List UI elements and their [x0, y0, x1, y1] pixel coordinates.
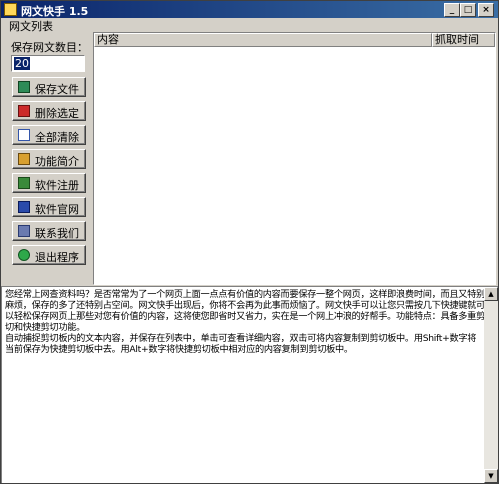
minimize-button[interactable]: _ — [444, 3, 460, 17]
register-label: 软件注册 — [35, 179, 79, 192]
delete-icon — [18, 105, 30, 117]
scroll-down-icon[interactable]: ▼ — [484, 469, 498, 483]
column-header-capture-time[interactable]: 抓取时间 — [432, 33, 495, 47]
feature-intro-button[interactable]: 功能简介 — [12, 149, 86, 169]
contact-us-label: 联系我们 — [35, 227, 79, 240]
contact-us-button[interactable]: 联系我们 — [12, 221, 86, 241]
sidebar: 保存网文数目： 20 保存文件 删除选定 全部清除 功能简介 软件注册 软件官网 — [1, 32, 93, 285]
saved-count-label: 保存网文数目： — [11, 41, 88, 54]
close-button[interactable]: × — [478, 3, 494, 17]
contact-icon — [18, 225, 30, 237]
app-icon — [4, 3, 17, 16]
scroll-up-icon[interactable]: ▲ — [484, 287, 498, 301]
maximize-button[interactable]: □ — [460, 3, 476, 17]
clear-all-icon — [18, 129, 30, 141]
exit-program-button[interactable]: 退出程序 — [12, 245, 86, 265]
save-file-button[interactable]: 保存文件 — [12, 77, 86, 97]
clear-all-label: 全部清除 — [35, 131, 79, 144]
exit-icon — [18, 249, 30, 261]
vertical-scrollbar[interactable]: ▲ ▼ — [484, 287, 498, 483]
clear-all-button[interactable]: 全部清除 — [12, 125, 86, 145]
delete-selected-label: 删除选定 — [35, 107, 79, 120]
info-icon — [18, 153, 30, 165]
register-button[interactable]: 软件注册 — [12, 173, 86, 193]
official-website-label: 软件官网 — [35, 203, 79, 216]
feature-intro-label: 功能简介 — [35, 155, 79, 168]
delete-selected-button[interactable]: 删除选定 — [12, 101, 86, 121]
saved-count-value: 20 — [14, 57, 30, 70]
save-file-label: 保存文件 — [35, 83, 79, 96]
saved-count-input[interactable]: 20 — [11, 55, 85, 72]
website-icon — [18, 201, 30, 213]
menu-bar: 网文列表 — [1, 18, 498, 33]
register-icon — [18, 177, 30, 189]
description-text: 您经常上网查资料吗？是否常常为了一个网页上面一点点有价值的内容而要保存一整个网页… — [5, 289, 485, 355]
description-text-area[interactable]: 您经常上网查资料吗？是否常常为了一个网页上面一点点有价值的内容而要保存一整个网页… — [1, 286, 498, 483]
official-website-button[interactable]: 软件官网 — [12, 197, 86, 217]
window-title: 网文快手 1.5 — [21, 5, 89, 18]
title-bar: 网文快手 1.5 _ □ × — [1, 1, 498, 18]
save-icon — [18, 81, 30, 93]
exit-program-label: 退出程序 — [35, 251, 79, 264]
column-header-content[interactable]: 内容 — [94, 33, 432, 47]
article-list[interactable]: 内容 抓取时间 — [93, 32, 496, 285]
app-window: 网文快手 1.5 _ □ × 网文列表 保存网文数目： 20 保存文件 删除选定… — [0, 0, 499, 484]
